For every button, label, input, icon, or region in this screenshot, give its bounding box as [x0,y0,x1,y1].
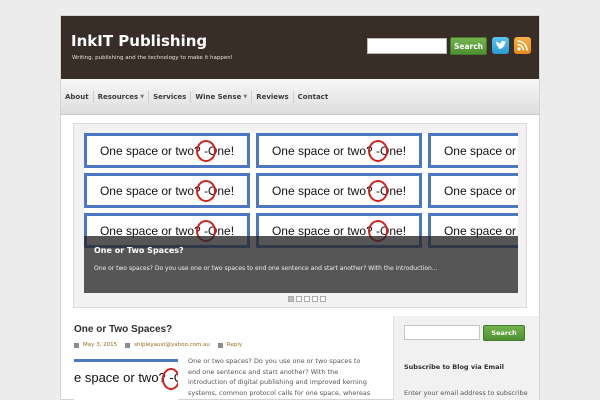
sidebar-search-input[interactable] [404,325,480,340]
slide-caption: One or Two Spaces? One or two spaces? Do… [84,236,518,293]
subscribe-text: Enter your email address to subscribe [404,389,528,397]
slider-dot[interactable] [312,296,318,302]
red-circle-mark [368,180,388,202]
slide-caption-title[interactable]: One or Two Spaces? [94,246,184,255]
page-wrapper: InkIT Publishing Writing, publishing and… [60,15,540,400]
nav-item-reviews[interactable]: Reviews [252,91,294,103]
nav-item-about[interactable]: About [61,91,94,103]
post-author[interactable]: shipleyaust@yahoo.com.au [134,342,210,348]
header-search-button[interactable]: Search [450,37,487,55]
slide-tile: One space or two? -One! [428,173,518,208]
comment-icon [217,342,223,348]
nav-item-wine-sense[interactable]: Wine Sense ▼ [191,91,253,103]
nav-item-label: Services [153,93,187,101]
post-title[interactable]: One or Two Spaces? [74,324,172,335]
slide-tile: One space or two? -One! [84,133,250,168]
slider-dot[interactable] [320,296,326,302]
caret-down-icon: ▼ [140,94,145,100]
sidebar-search-button[interactable]: Search [483,325,525,341]
slide-tile: One space or two? -One! [428,133,518,168]
slider-dot[interactable] [296,296,302,302]
site-header: InkIT Publishing Writing, publishing and… [61,16,539,79]
nav-item-contact[interactable]: Contact [294,91,333,103]
twitter-icon[interactable] [492,37,509,54]
slider-dot[interactable] [304,296,310,302]
subscribe-title: Subscribe to Blog via Email [404,363,505,371]
nav-item-label: Contact [297,93,329,101]
calendar-icon [74,342,79,348]
post-reply-link[interactable]: Reply [227,342,242,348]
nav-item-label: Resources [97,93,139,101]
post-thumbnail[interactable]: e space or two? -O [74,359,178,400]
slider-dot[interactable] [288,296,294,302]
site-tagline: Writing, publishing and the technology t… [72,55,233,61]
featured-slider: One space or two? -One! One space or two… [73,123,527,308]
nav-item-label: Wine Sense [195,93,242,101]
sidebar: Search Subscribe to Blog via Email Enter… [393,316,539,400]
nav-item-services[interactable]: Services [149,91,192,103]
caret-down-icon: ▼ [243,94,248,100]
red-circle-mark [196,180,216,202]
slide-caption-text: One or two spaces? Do you use one or two… [94,265,438,272]
slider-pagination [288,296,326,302]
post-meta: May 3, 2015 shipleyaust@yahoo.com.au Rep… [74,342,242,348]
slide-tile: One space or two? -One! [256,133,422,168]
post-excerpt: One or two spaces? Do you use one or two… [188,357,371,397]
post-date[interactable]: May 3, 2015 [83,342,117,348]
red-circle-mark [196,140,216,162]
nav-item-resources[interactable]: Resources ▼ [94,91,150,103]
main-nav: About Resources ▼ Services Wine Sense ▼ Re… [61,79,539,115]
nav-item-label: About [65,93,89,101]
content-area: One or Two Spaces? May 3, 2015 shipleyau… [61,316,539,400]
slide-image[interactable]: One space or two? -One! One space or two… [84,133,518,293]
rss-icon[interactable] [514,37,531,54]
red-circle-mark [368,140,388,162]
red-circle-mark [162,368,178,390]
header-search-input[interactable] [367,38,447,54]
nav-item-label: Reviews [256,93,289,101]
site-title[interactable]: InkIT Publishing [71,32,207,50]
user-icon [125,342,131,348]
slide-tile: One space or two? -One! [84,173,250,208]
slide-tile: One space or two? -One! [256,173,422,208]
